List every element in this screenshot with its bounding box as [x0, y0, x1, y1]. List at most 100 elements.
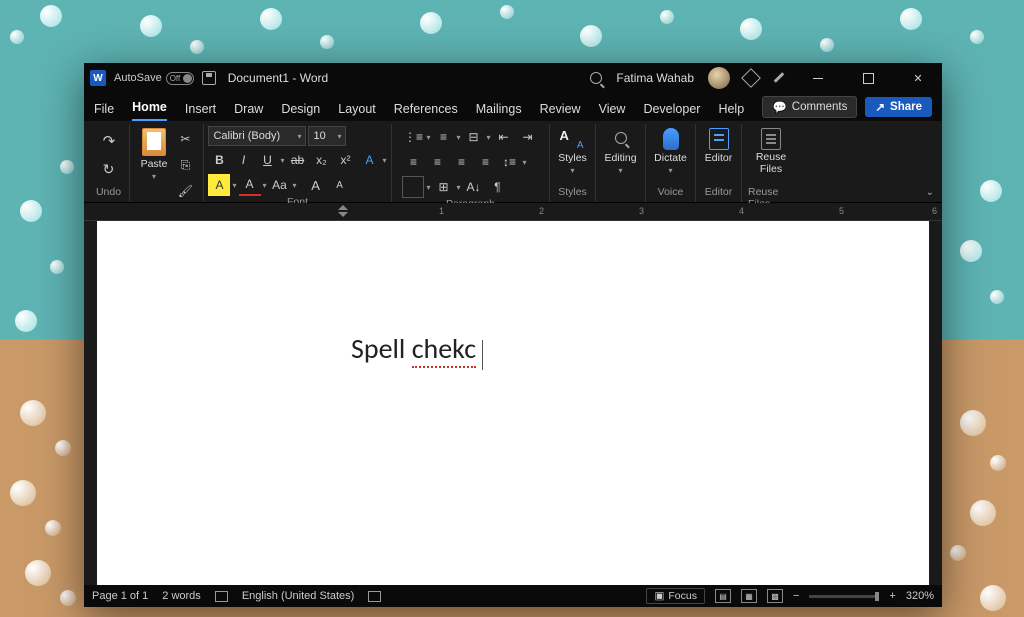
maximize-button[interactable] [850, 63, 886, 93]
focus-mode-button[interactable]: ▣ Focus [646, 588, 705, 604]
toggle-off-icon: Off [166, 72, 194, 85]
tab-insert[interactable]: Insert [185, 102, 216, 121]
paste-button[interactable]: Paste ▾ [137, 126, 172, 183]
sort-button[interactable]: A↓ [463, 176, 485, 198]
text-cursor [482, 340, 483, 370]
web-layout-button[interactable]: ▩ [767, 589, 783, 603]
editing-button[interactable]: Editing ▾ [600, 126, 640, 177]
close-button[interactable] [900, 63, 936, 93]
tab-references[interactable]: References [394, 102, 458, 121]
align-right-button[interactable]: ≡ [450, 151, 472, 173]
accessibility-icon[interactable] [368, 591, 381, 602]
styles-button[interactable]: Styles ▾ [554, 126, 591, 177]
multilevel-button[interactable]: ⊟ [463, 126, 485, 148]
document-title: Document1 - Word [228, 71, 328, 85]
tab-help[interactable]: Help [718, 102, 744, 121]
show-marks-button[interactable]: ¶ [487, 176, 509, 198]
premium-icon[interactable] [741, 68, 761, 88]
underline-button[interactable]: U [256, 149, 278, 171]
statusbar: Page 1 of 1 2 words English (United Stat… [84, 585, 942, 607]
editor-button[interactable]: Editor [701, 126, 736, 166]
autosave-label: AutoSave [114, 72, 162, 84]
group-editor: Editor [705, 186, 732, 200]
format-painter-button[interactable]: 🖌 [174, 180, 196, 202]
reuse-files-button[interactable]: Reuse Files [748, 126, 794, 177]
print-layout-button[interactable]: ▦ [741, 589, 757, 603]
tab-file[interactable]: File [94, 102, 114, 121]
tab-mailings[interactable]: Mailings [476, 102, 522, 121]
strike-button[interactable]: ab [287, 149, 309, 171]
dictate-button[interactable]: Dictate ▾ [650, 126, 691, 177]
font-size-select[interactable]: 10▾ [308, 126, 346, 146]
tab-view[interactable]: View [599, 102, 626, 121]
zoom-slider[interactable] [809, 595, 879, 598]
tab-home[interactable]: Home [132, 100, 167, 121]
styles-icon [560, 128, 586, 150]
paste-icon [142, 128, 166, 156]
font-family-select[interactable]: Calibri (Body)▾ [208, 126, 306, 146]
tab-design[interactable]: Design [281, 102, 320, 121]
horizontal-ruler[interactable]: 1 2 3 4 5 6 [84, 203, 942, 221]
numbering-button[interactable]: ≡ [432, 126, 454, 148]
bullets-button[interactable]: ⋮≡ [402, 126, 424, 148]
titlebar: W AutoSave Off Document1 - Word Fatima W… [84, 63, 942, 93]
align-center-button[interactable]: ≡ [426, 151, 448, 173]
editor-icon [709, 128, 729, 150]
document-page[interactable]: Spell chekc [97, 221, 929, 585]
cut-button[interactable]: ✂ [174, 128, 196, 150]
search-icon[interactable] [590, 72, 602, 84]
tab-review[interactable]: Review [540, 102, 581, 121]
autosave-toggle[interactable]: AutoSave Off [114, 72, 194, 85]
align-left-button[interactable]: ≡ [402, 151, 424, 173]
zoom-in-button[interactable]: + [889, 590, 895, 602]
save-icon[interactable] [202, 71, 216, 85]
word-app-icon: W [90, 70, 106, 86]
change-case-button[interactable]: Aa [269, 174, 291, 196]
indent-marker-icon[interactable] [338, 205, 348, 217]
decrease-indent-button[interactable]: ⇤ [493, 126, 515, 148]
word-count[interactable]: 2 words [162, 590, 201, 602]
bold-button[interactable]: B [208, 149, 230, 171]
tab-developer[interactable]: Developer [643, 102, 700, 121]
highlight-button[interactable]: A [208, 174, 230, 196]
share-button[interactable]: ↗ Share [865, 97, 932, 117]
justify-button[interactable]: ≡ [474, 151, 496, 173]
group-voice: Voice [658, 186, 684, 200]
read-mode-button[interactable]: ▤ [715, 589, 731, 603]
zoom-out-button[interactable]: − [793, 590, 799, 602]
grow-font-button[interactable]: A [305, 174, 327, 196]
increase-indent-button[interactable]: ⇥ [517, 126, 539, 148]
pen-icon[interactable] [772, 71, 786, 85]
comments-button[interactable]: 💬 Comments [762, 96, 857, 118]
language-status[interactable]: English (United States) [242, 590, 355, 602]
undo-button[interactable]: ↶ [98, 130, 120, 152]
superscript-button[interactable]: x² [335, 149, 357, 171]
find-icon [615, 132, 627, 144]
minimize-button[interactable] [800, 63, 836, 93]
font-color-button[interactable]: A [239, 174, 261, 196]
shrink-font-button[interactable]: A [329, 174, 351, 196]
copy-button[interactable]: ⎘ [174, 154, 196, 176]
collapse-ribbon-button[interactable]: ⌄ [926, 187, 934, 198]
group-undo: Undo [96, 186, 121, 200]
ribbon: ↶ ↻ Undo Paste ▾ ✂ ⎘ 🖌 Clipboard [84, 121, 942, 203]
ribbon-tabs: File Home Insert Draw Design Layout Refe… [84, 93, 942, 121]
line-spacing-button[interactable]: ↕≡ [498, 151, 520, 173]
subscript-button[interactable]: x₂ [311, 149, 333, 171]
text-effects-button[interactable]: A [359, 149, 381, 171]
tab-layout[interactable]: Layout [338, 102, 376, 121]
avatar[interactable] [708, 67, 730, 89]
document-canvas[interactable]: Spell chekc [84, 221, 942, 585]
document-text[interactable]: Spell chekc [351, 331, 476, 368]
misspelled-word[interactable]: chekc [412, 331, 476, 368]
italic-button[interactable]: I [232, 149, 254, 171]
redo-button[interactable]: ↻ [98, 158, 120, 180]
zoom-level[interactable]: 320% [906, 590, 934, 602]
shading-button[interactable] [402, 176, 424, 198]
tab-draw[interactable]: Draw [234, 102, 263, 121]
spellcheck-icon[interactable] [215, 591, 228, 602]
group-styles: Styles [558, 186, 587, 200]
borders-button[interactable]: ⊞ [432, 176, 454, 198]
username: Fatima Wahab [616, 71, 694, 85]
page-count[interactable]: Page 1 of 1 [92, 590, 148, 602]
